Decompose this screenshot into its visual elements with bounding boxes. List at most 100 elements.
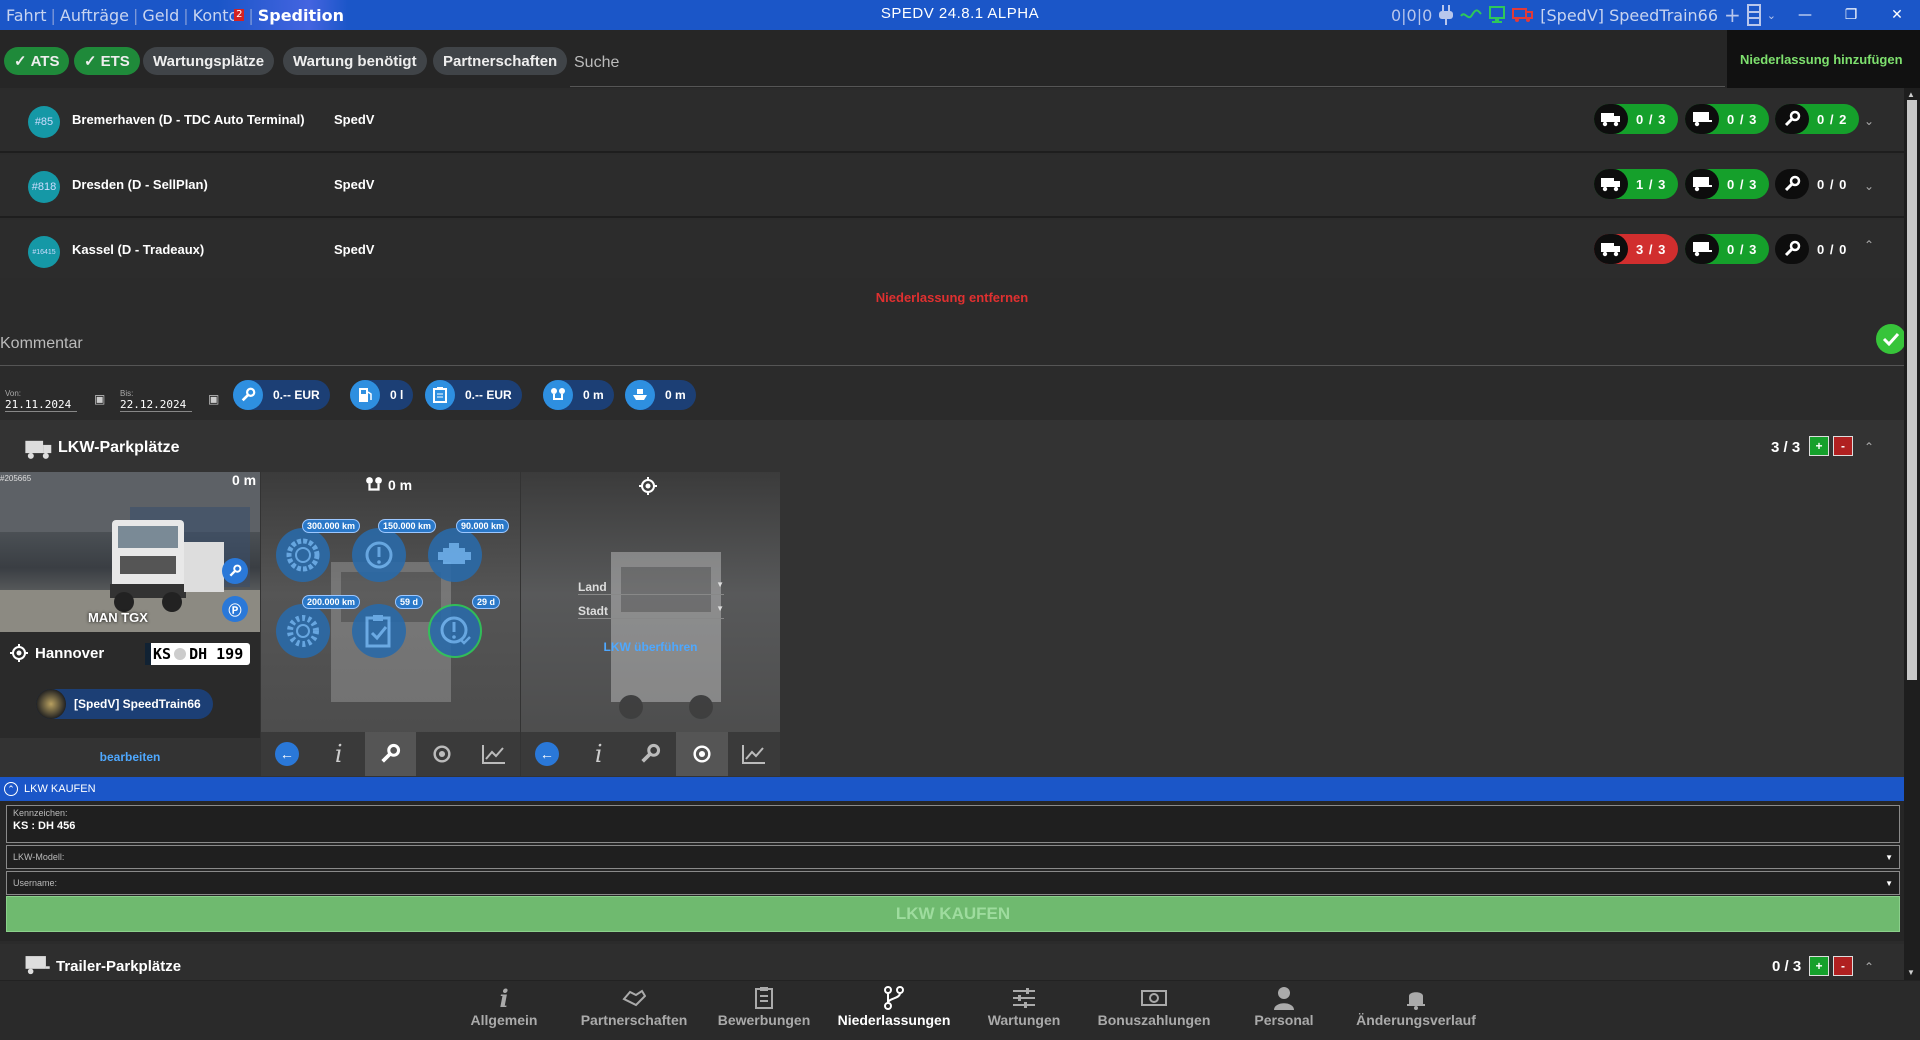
username-select[interactable]: Username: ▼ <box>6 871 1900 895</box>
date-from-field[interactable]: Von: 21.11.2024 <box>5 389 77 412</box>
stat-value: 0 l <box>380 388 413 402</box>
restore-button[interactable]: ❐ <box>1828 0 1874 30</box>
buy-truck-button[interactable]: LKW KAUFEN <box>6 896 1900 932</box>
buy-truck-header[interactable]: ⌃ LKW KAUFEN <box>0 777 1904 801</box>
bell-icon <box>1354 984 1478 1012</box>
filter-chip-wartung-benoetigt[interactable]: Wartung benötigt <box>283 47 427 75</box>
route-icon[interactable] <box>1460 0 1482 30</box>
bottom-navigation <box>0 980 1920 1040</box>
add-slot-button[interactable]: + <box>1809 956 1829 976</box>
tab-bewerbungen[interactable]: Bewerbungen <box>704 984 824 1028</box>
tab-allgemein[interactable]: i Allgemein <box>444 984 564 1028</box>
chart-tab-icon[interactable] <box>468 732 520 776</box>
save-check-icon[interactable] <box>1876 324 1906 354</box>
filter-chip-ats[interactable]: ✓ATS <box>4 47 69 75</box>
chevron-down-icon[interactable]: ⌄ <box>1864 114 1874 128</box>
truck-slots-pill: 0 / 3 <box>1594 104 1678 134</box>
user-name[interactable]: [SpedV] SpeedTrain66 <box>1540 0 1718 30</box>
tab-personal[interactable]: Personal <box>1224 984 1344 1028</box>
comment-input[interactable]: Kommentar <box>0 335 83 353</box>
add-slot-button[interactable]: + <box>1809 436 1829 456</box>
branch-number-badge: #818 <box>28 171 60 203</box>
add-icon[interactable]: + <box>1724 0 1741 30</box>
scrollbar-thumb[interactable] <box>1907 100 1917 680</box>
driver-chip[interactable]: [SpedV] SpeedTrain66 <box>36 689 213 719</box>
monitor-icon[interactable] <box>1488 0 1506 30</box>
chevron-up-icon[interactable]: ⌃ <box>1864 440 1874 454</box>
date-to-field[interactable]: Bis: 22.12.2024 <box>120 389 192 412</box>
maintenance-slots-pill: 0 / 0 <box>1775 169 1859 199</box>
parking-icon[interactable]: Ⓟ <box>222 596 248 622</box>
chevron-up-icon[interactable]: ⌃ <box>1864 960 1874 974</box>
search-input[interactable]: Suche <box>574 54 619 72</box>
minimize-button[interactable]: — <box>1782 0 1828 30</box>
remove-branch-button[interactable]: Niederlassung entfernen <box>0 290 1904 305</box>
plate-field[interactable]: Kennzeichen: KS : DH 456 <box>6 805 1900 843</box>
plug-icon[interactable] <box>1438 0 1454 30</box>
chevron-down-icon[interactable]: ⌄ <box>1767 0 1776 30</box>
location-tab-icon[interactable] <box>416 732 468 776</box>
back-arrow-icon[interactable]: ← <box>521 732 573 776</box>
calendar-icon[interactable]: ▣ <box>94 392 105 406</box>
calendar-icon[interactable]: ▣ <box>208 392 219 406</box>
close-button[interactable]: ✕ <box>1874 0 1920 30</box>
info-icon[interactable]: i <box>573 732 625 776</box>
info-icon[interactable]: i <box>313 732 365 776</box>
edit-button[interactable]: bearbeiten <box>0 738 260 776</box>
back-arrow-icon[interactable]: ← <box>261 732 313 776</box>
tab-label: Allgemein <box>444 1012 564 1028</box>
scroll-down-icon[interactable]: ▼ <box>1907 968 1915 977</box>
fuel-icon <box>350 380 380 410</box>
truck-icon <box>1594 104 1628 134</box>
tire-icon[interactable] <box>276 528 330 582</box>
gear-icon[interactable] <box>276 604 330 658</box>
truck-status-icon[interactable] <box>1512 0 1534 30</box>
maintenance-slots-value: 0 / 0 <box>1809 242 1859 257</box>
chevron-down-icon[interactable]: ⌄ <box>1864 179 1874 193</box>
filter-chip-wartungsplaetze[interactable]: Wartungsplätze <box>143 47 274 75</box>
truck-icon <box>24 438 54 463</box>
tab-niederlassungen[interactable]: Niederlassungen <box>834 984 954 1028</box>
city-select[interactable]: Stadt▼ <box>578 604 724 619</box>
filter-chip-ets[interactable]: ✓ETS <box>74 47 140 75</box>
service-check-icon[interactable] <box>428 604 482 658</box>
plate-prefix: KS <box>153 645 171 663</box>
wrench-icon[interactable] <box>222 558 248 584</box>
chart-tab-icon[interactable] <box>728 732 780 776</box>
branch-row[interactable]: #85 Bremerhaven (D - TDC Auto Terminal) … <box>0 90 1904 153</box>
chevron-up-icon[interactable]: ⌃ <box>1864 238 1874 252</box>
trailer-slots-value: 0 / 3 <box>1719 112 1769 127</box>
maintenance-badge: 90.000 km <box>456 519 509 533</box>
tab-label: Personal <box>1224 1012 1344 1028</box>
location-tab-icon[interactable] <box>676 732 728 776</box>
trailer-slots-pill: 0 / 3 <box>1685 234 1769 264</box>
engine-icon[interactable] <box>428 528 482 582</box>
branch-row[interactable]: #818 Dresden (D - SellPlan) SpedV 1 / 3 … <box>0 155 1904 218</box>
trailer-parking-title[interactable]: Trailer-Parkplätze <box>56 958 181 975</box>
transfer-truck-button[interactable]: LKW überführen <box>521 640 780 654</box>
tab-wartungen[interactable]: Wartungen <box>964 984 1084 1028</box>
remove-slot-button[interactable]: - <box>1833 956 1853 976</box>
branch-row-expanded[interactable]: #16415 Kassel (D - Tradeaux) SpedV 3 / 3… <box>0 220 1904 283</box>
wrench-tab-icon[interactable] <box>625 732 677 776</box>
brake-warning-icon[interactable] <box>352 528 406 582</box>
username-label: Username: <box>7 876 63 890</box>
avatar <box>36 689 66 719</box>
tab-bonuszahlungen[interactable]: Bonuszahlungen <box>1094 984 1214 1028</box>
truck-model-select[interactable]: LKW-Modell: ▼ <box>6 845 1900 869</box>
trailer-icon <box>1685 169 1719 199</box>
tab-aenderungsverlauf[interactable]: Änderungsverlauf <box>1354 984 1478 1028</box>
truck-parking-title[interactable]: LKW-Parkplätze <box>58 439 179 457</box>
remove-slot-button[interactable]: - <box>1833 436 1853 456</box>
add-branch-button[interactable]: Niederlassung hinzufügen <box>1740 52 1903 67</box>
country-select[interactable]: Land▼ <box>578 580 724 595</box>
wrench-tab-icon[interactable] <box>365 732 417 776</box>
stat-distance: 0 m <box>543 380 614 410</box>
list-icon[interactable] <box>1747 0 1761 30</box>
panel-distance-value: 0 m <box>388 477 412 493</box>
inspection-clipboard-icon[interactable] <box>352 604 406 658</box>
filter-chip-partnerschaften[interactable]: Partnerschaften <box>433 47 567 75</box>
stat-value: 0.-- EUR <box>263 388 330 402</box>
scroll-up-icon[interactable]: ▲ <box>1907 90 1915 99</box>
tab-partnerschaften[interactable]: Partnerschaften <box>574 984 694 1028</box>
